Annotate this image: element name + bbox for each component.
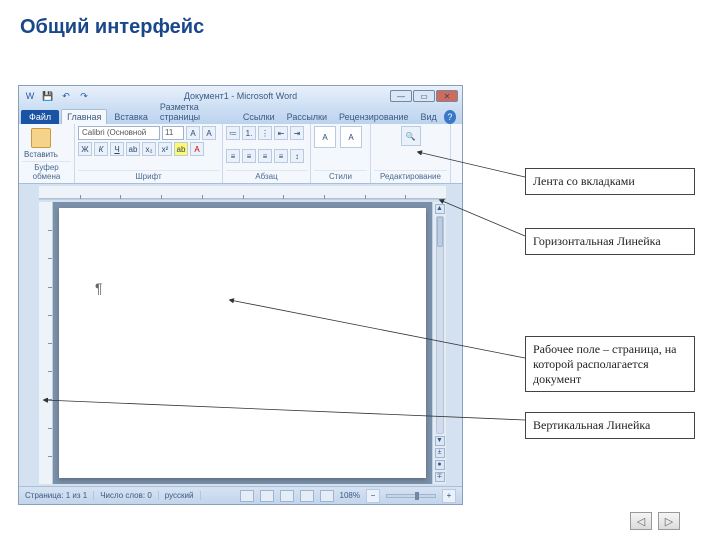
line-spacing-icon[interactable]: ↕	[290, 149, 304, 163]
next-page-icon[interactable]: ∓	[435, 472, 445, 482]
save-icon[interactable]: 💾	[41, 89, 55, 103]
increase-indent-icon[interactable]: ⇥	[290, 126, 304, 140]
pilcrow-icon: ¶	[95, 280, 103, 296]
change-styles-icon[interactable]: A	[340, 126, 362, 148]
maximize-button[interactable]: ▭	[413, 90, 435, 102]
tab-insert[interactable]: Вставка	[109, 110, 152, 124]
group-label-editing: Редактирование	[374, 170, 447, 181]
vertical-ruler[interactable]	[39, 202, 53, 484]
file-tab[interactable]: Файл	[21, 110, 59, 124]
styles-gallery-icon[interactable]: A	[314, 126, 336, 148]
multilevel-icon[interactable]: ⋮	[258, 126, 272, 140]
page-container[interactable]: ¶	[53, 202, 432, 484]
horizontal-ruler[interactable]	[39, 186, 446, 200]
align-right-icon[interactable]: ≡	[258, 149, 272, 163]
subscript-button[interactable]: x₂	[142, 142, 156, 156]
tab-home[interactable]: Главная	[61, 109, 107, 124]
outline-view-icon[interactable]	[300, 490, 314, 502]
document-page[interactable]: ¶	[59, 208, 426, 478]
close-button[interactable]: ✕	[436, 90, 458, 102]
minimize-button[interactable]: ―	[390, 90, 412, 102]
web-layout-view-icon[interactable]	[280, 490, 294, 502]
zoom-in-icon[interactable]: +	[442, 489, 456, 503]
underline-button[interactable]: Ч	[110, 142, 124, 156]
grow-font-icon[interactable]: A	[186, 126, 200, 140]
tab-layout[interactable]: Разметка страницы	[155, 100, 236, 124]
numbering-icon[interactable]: 1.	[242, 126, 256, 140]
callout-workarea: Рабочее поле – страница, на которой расп…	[525, 336, 695, 392]
align-center-icon[interactable]: ≡	[242, 149, 256, 163]
tab-mailings[interactable]: Рассылки	[282, 110, 332, 124]
document-area: ¶ ▲ ▼ ± ● ∓	[39, 202, 446, 484]
redo-icon[interactable]: ↷	[77, 89, 91, 103]
group-editing: 🔍 Редактирование	[371, 124, 451, 183]
shrink-font-icon[interactable]: A	[202, 126, 216, 140]
group-paragraph: ≔ 1. ⋮ ⇤ ⇥ ≡ ≡ ≡ ≡ ↕ Абзац	[223, 124, 311, 183]
zoom-value[interactable]: 108%	[340, 491, 360, 500]
decrease-indent-icon[interactable]: ⇤	[274, 126, 288, 140]
group-label-font: Шрифт	[78, 170, 219, 181]
callout-ruler-h: Горизонтальная Линейка	[525, 228, 695, 255]
status-bar: Страница: 1 из 1 Число слов: 0 русский 1…	[19, 486, 462, 504]
slide-title: Общий интерфейс	[0, 0, 720, 47]
paste-button[interactable]: Вставить	[22, 126, 60, 161]
font-size-combo[interactable]: 11	[162, 126, 184, 140]
window-title: Документ1 - Microsoft Word	[95, 91, 386, 101]
find-icon[interactable]: 🔍	[401, 126, 421, 146]
italic-button[interactable]: К	[94, 142, 108, 156]
window-controls: ― ▭ ✕	[390, 90, 458, 102]
justify-icon[interactable]: ≡	[274, 149, 288, 163]
print-layout-view-icon[interactable]	[240, 490, 254, 502]
titlebar: W 💾 ↶ ↷ Документ1 - Microsoft Word ― ▭ ✕	[19, 86, 462, 106]
scroll-track[interactable]	[436, 216, 444, 434]
vertical-scrollbar[interactable]: ▲ ▼ ± ● ∓	[432, 202, 446, 484]
group-label-paragraph: Абзац	[226, 170, 307, 181]
word-logo-icon: W	[23, 89, 37, 103]
tab-view[interactable]: Вид	[416, 110, 442, 124]
group-clipboard: Вставить Буфер обмена	[19, 124, 75, 183]
superscript-button[interactable]: x²	[158, 142, 172, 156]
undo-icon[interactable]: ↶	[59, 89, 73, 103]
fullscreen-view-icon[interactable]	[260, 490, 274, 502]
slide-pager: ◁ ▷	[630, 512, 680, 530]
tab-references[interactable]: Ссылки	[238, 110, 280, 124]
font-color-button[interactable]: A	[190, 142, 204, 156]
scroll-down-icon[interactable]: ▼	[435, 436, 445, 446]
draft-view-icon[interactable]	[320, 490, 334, 502]
font-name-combo[interactable]: Calibri (Основной те	[78, 126, 160, 140]
group-styles: A A Стили	[311, 124, 371, 183]
group-label-styles: Стили	[314, 170, 367, 181]
browse-object-icon[interactable]: ●	[435, 460, 445, 470]
help-icon[interactable]: ?	[444, 110, 456, 124]
scroll-up-icon[interactable]: ▲	[435, 204, 445, 214]
zoom-slider[interactable]	[386, 494, 436, 498]
paste-label: Вставить	[24, 150, 58, 159]
align-left-icon[interactable]: ≡	[226, 149, 240, 163]
status-language[interactable]: русский	[165, 491, 201, 500]
zoom-out-icon[interactable]: −	[366, 489, 380, 503]
ribbon-tabs: Файл Главная Вставка Разметка страницы С…	[19, 106, 462, 124]
paste-icon	[31, 128, 51, 148]
scroll-thumb[interactable]	[437, 217, 443, 247]
zoom-knob[interactable]	[415, 492, 419, 500]
callout-ruler-v: Вертикальная Линейка	[525, 412, 695, 439]
bold-button[interactable]: Ж	[78, 142, 92, 156]
word-window: W 💾 ↶ ↷ Документ1 - Microsoft Word ― ▭ ✕…	[18, 85, 463, 505]
tab-review[interactable]: Рецензирование	[334, 110, 414, 124]
prev-slide-button[interactable]: ◁	[630, 512, 652, 530]
prev-page-icon[interactable]: ±	[435, 448, 445, 458]
group-label-clipboard: Буфер обмена	[22, 161, 71, 181]
strikethrough-button[interactable]: ab	[126, 142, 140, 156]
bullets-icon[interactable]: ≔	[226, 126, 240, 140]
status-page[interactable]: Страница: 1 из 1	[25, 491, 94, 500]
ribbon: Вставить Буфер обмена Calibri (Основной …	[19, 124, 462, 184]
status-words[interactable]: Число слов: 0	[100, 491, 159, 500]
group-font: Calibri (Основной те 11 A A Ж К Ч ab x₂ …	[75, 124, 223, 183]
callout-ribbon: Лента со вкладками	[525, 168, 695, 195]
next-slide-button[interactable]: ▷	[658, 512, 680, 530]
highlight-button[interactable]: ab	[174, 142, 188, 156]
